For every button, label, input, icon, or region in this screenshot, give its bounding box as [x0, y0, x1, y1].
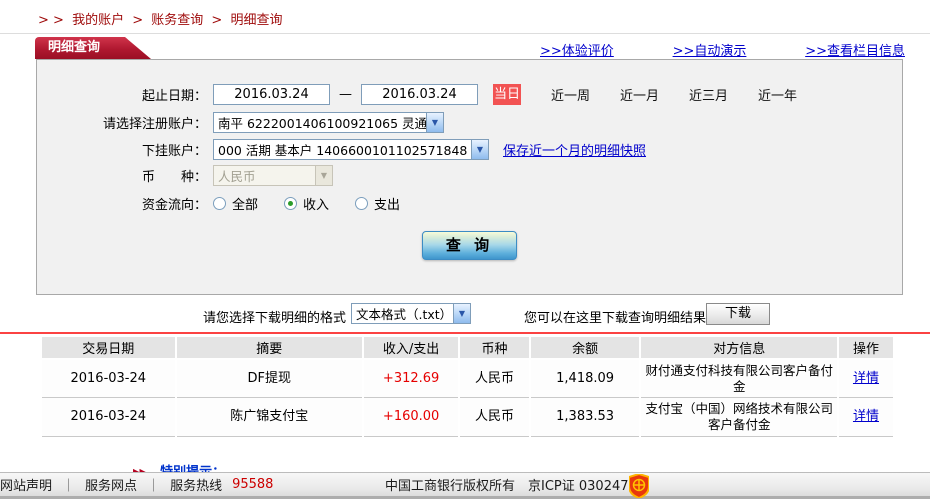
tab-detail-query[interactable]: 明细查询 [35, 37, 151, 59]
range-last-3-months[interactable]: 近三月 [689, 85, 728, 104]
download-format-select[interactable]: 文本格式（.txt） ▼ [351, 303, 471, 324]
footer-separator: ｜ [147, 479, 161, 494]
flow-option-income-label: 收入 [303, 197, 330, 213]
col-action: 操作 [838, 337, 893, 360]
table-header-row: 交易日期 摘要 收入/支出 币种 余额 对方信息 操作 [42, 337, 893, 360]
sub-account-label: 下挂账户： [141, 143, 207, 159]
date-range-row: 起止日期： — 当日 近一周 近一月 近三月 近一年 [36, 82, 903, 106]
col-amount: 收入/支出 [364, 337, 459, 360]
sub-account-value: 000 活期 基本户 1406600101102571848 [218, 142, 468, 158]
cell-amount: +312.69 [364, 360, 459, 399]
breadcrumb-item-my-account[interactable]: 我的账户 [72, 13, 124, 28]
breadcrumb-arrows-icon: > > [38, 13, 64, 28]
cell-counterparty: 支付宝（中国）网络技术有限公司客户备付金 [641, 398, 837, 437]
flow-option-expense[interactable]: 支出 [355, 194, 400, 213]
currency-value: 人民币 [218, 168, 256, 184]
download-format-label: 请您选择下载明细的格式 [202, 311, 346, 326]
experience-review-link[interactable]: >>体验评价 [540, 40, 614, 59]
service-outlets-link[interactable]: 服务网点 [85, 475, 137, 494]
flow-option-all-label: 全部 [232, 197, 259, 213]
col-summary: 摘要 [176, 337, 363, 360]
radio-icon [355, 196, 369, 210]
top-links: >>体验评价 >>自动演示 >>查看栏目信息 [540, 40, 905, 59]
cell-balance: 1,418.09 [530, 360, 640, 399]
date-to-input[interactable] [361, 83, 478, 105]
cell-summary: DF提现 [176, 360, 363, 399]
cell-counterparty: 财付通支付科技有限公司客户备付金 [641, 360, 837, 399]
table-row: 2016-03-24 陈广锦支付宝 +160.00 人民币 1,383.53 支… [42, 398, 893, 437]
security-badge-icon [629, 474, 649, 498]
registered-account-row: 请选择注册账户： 南平 6222001406100921065 灵通卡 ▼ [36, 110, 903, 134]
save-snapshot-link[interactable]: 保存近一个月的明细快照 [503, 140, 646, 159]
hotline-number: 95588 [232, 477, 274, 492]
footer-separator: ｜ [62, 479, 76, 494]
flow-option-all[interactable]: 全部 [213, 194, 258, 213]
registered-account-value: 南平 6222001406100921065 灵通卡 [218, 115, 426, 131]
range-last-year[interactable]: 近一年 [758, 85, 797, 104]
detail-link[interactable]: 详情 [853, 371, 879, 386]
section-divider [0, 332, 930, 334]
query-button[interactable]: 查 询 [422, 231, 517, 260]
breadcrumb-separator: > [132, 13, 144, 28]
breadcrumb-item-account-query[interactable]: 账务查询 [151, 13, 203, 28]
cell-currency: 人民币 [460, 398, 529, 437]
chevron-down-icon: ▼ [471, 139, 488, 159]
download-hint: 您可以在这里下载查询明细结果 [524, 311, 707, 326]
radio-checked-icon [284, 196, 298, 210]
chevron-down-icon: ▼ [426, 112, 443, 132]
site-statement-link[interactable]: 网站声明 [0, 475, 52, 494]
breadcrumb-divider [0, 33, 930, 34]
breadcrumb: > > 我的账户 > 账务查询 > 明细查询 [38, 9, 286, 28]
date-range-dash: — [339, 86, 352, 102]
hotline-label: 服务热线 [170, 479, 223, 494]
radio-icon [213, 196, 226, 210]
date-range-label: 起止日期： [141, 88, 207, 104]
cell-summary: 陈广锦支付宝 [176, 398, 363, 437]
flow-option-income[interactable]: 收入 [284, 194, 329, 213]
col-counterparty: 对方信息 [641, 337, 837, 360]
cell-balance: 1,383.53 [530, 398, 640, 437]
results-table: 交易日期 摘要 收入/支出 币种 余额 对方信息 操作 2016-03-24 D… [40, 337, 895, 437]
registered-account-select[interactable]: 南平 6222001406100921065 灵通卡 ▼ [213, 111, 444, 133]
range-last-week[interactable]: 近一周 [551, 85, 590, 104]
breadcrumb-item-detail-query[interactable]: 明细查询 [230, 13, 282, 28]
fund-flow-label: 资金流向： [141, 197, 207, 213]
cell-amount: +160.00 [364, 398, 459, 437]
currency-select: 人民币 ▼ [213, 164, 333, 186]
registered-account-label: 请选择注册账户： [102, 116, 207, 132]
today-button[interactable]: 当日 [493, 83, 521, 105]
download-format-value: 文本格式（.txt） [356, 307, 453, 322]
download-button[interactable]: 下载 [706, 303, 770, 325]
breadcrumb-separator: > [211, 13, 223, 28]
copyright-text: 中国工商银行版权所有 京ICP证 030247号 [385, 479, 642, 494]
column-info-link[interactable]: >>查看栏目信息 [805, 40, 905, 59]
col-date: 交易日期 [42, 337, 175, 360]
chevron-down-icon: ▼ [453, 304, 470, 323]
range-last-month[interactable]: 近一月 [620, 85, 659, 104]
chevron-down-icon: ▼ [315, 165, 332, 185]
sub-account-row: 下挂账户： 000 活期 基本户 1406600101102571848 ▼ 保… [36, 137, 903, 161]
sub-account-select[interactable]: 000 活期 基本户 1406600101102571848 ▼ [213, 138, 489, 160]
fund-flow-row: 资金流向： 全部 收入 支出 [36, 191, 903, 215]
auto-demo-link[interactable]: >>自动演示 [673, 40, 747, 59]
date-from-input[interactable] [213, 83, 330, 105]
footer: 网站声明 ｜ 服务网点 ｜ 服务热线 95588 中国工商银行版权所有 京ICP… [0, 472, 930, 499]
cell-currency: 人民币 [460, 360, 529, 399]
col-balance: 余额 [530, 337, 640, 360]
cell-date: 2016-03-24 [42, 360, 175, 399]
detail-link[interactable]: 详情 [853, 409, 879, 424]
flow-option-expense-label: 支出 [374, 197, 401, 213]
currency-row: 币 种： 人民币 ▼ [36, 163, 903, 187]
cell-date: 2016-03-24 [42, 398, 175, 437]
currency-label: 币 种： [141, 169, 207, 185]
col-currency: 币种 [460, 337, 529, 360]
table-row: 2016-03-24 DF提现 +312.69 人民币 1,418.09 财付通… [42, 360, 893, 399]
